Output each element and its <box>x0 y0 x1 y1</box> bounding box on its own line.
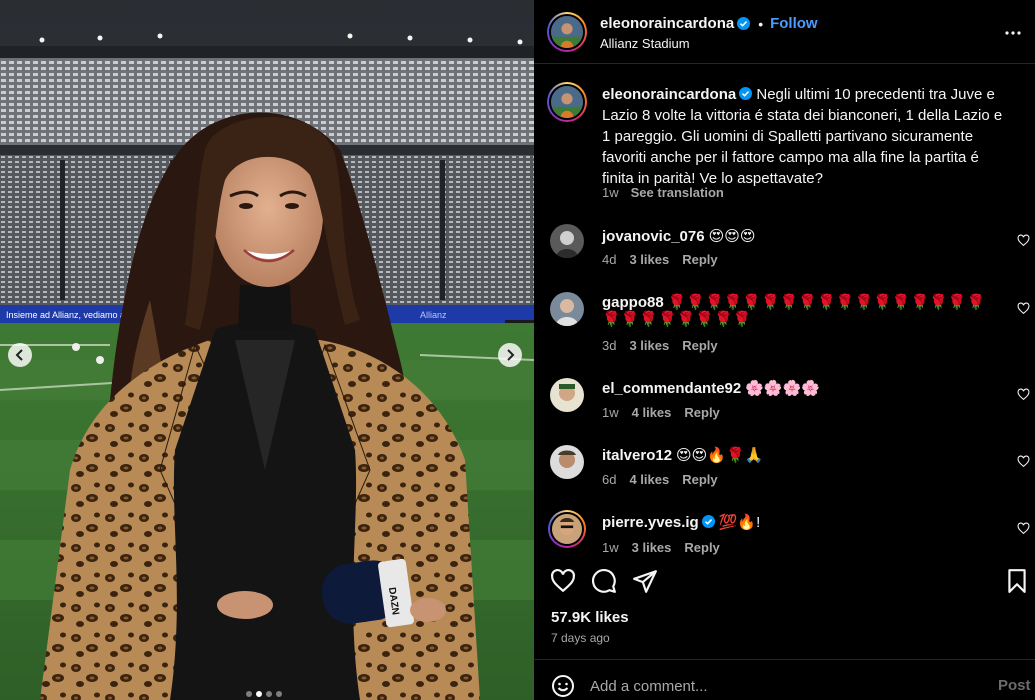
comment-time: 4d <box>602 252 617 267</box>
heart-icon[interactable] <box>1017 388 1030 401</box>
carousel-dot <box>266 691 272 697</box>
carousel-indicator <box>246 691 282 697</box>
carousel-dot <box>276 691 282 697</box>
chevron-left-icon <box>15 349 23 361</box>
comment-username[interactable]: jovanovic_076 <box>602 228 705 245</box>
comment-time: 6d <box>602 472 617 487</box>
comment-composer: Post <box>534 659 1035 700</box>
verified-badge-icon <box>739 87 753 100</box>
verified-badge-icon <box>737 17 751 30</box>
comment-likes[interactable]: 4 likes <box>632 405 672 420</box>
commenter-avatar-image <box>550 378 584 412</box>
carousel-dot <box>256 691 262 697</box>
post-comment-button[interactable]: Post <box>998 677 1031 694</box>
caption-text-block: eleonoraincardona Negli ultimi 10 preced… <box>602 84 1014 189</box>
comment-time: 1w <box>602 405 619 420</box>
commenter-avatar-image <box>552 514 582 544</box>
heart-icon[interactable] <box>550 568 576 594</box>
heart-icon[interactable] <box>1017 302 1030 315</box>
heart-icon[interactable] <box>1017 234 1030 247</box>
commenter-avatar[interactable] <box>550 292 584 326</box>
caption-time: 1w <box>602 185 619 200</box>
comment-likes[interactable]: 3 likes <box>629 252 669 267</box>
chevron-right-icon <box>507 349 515 361</box>
comment-text: 💯🔥! <box>718 514 761 531</box>
comment-input[interactable] <box>590 674 970 698</box>
commenter-avatar-image <box>550 224 584 258</box>
action-bar <box>534 556 1035 606</box>
comment-time: 3d <box>602 338 617 353</box>
post-time-ago: 7 days ago <box>551 631 610 645</box>
post-media[interactable]: Insieme ad Allianz, vediamo a casa con n… <box>0 0 534 700</box>
follow-button[interactable]: Follow <box>770 15 818 32</box>
comment-likes[interactable]: 3 likes <box>629 338 669 353</box>
post-photo: Insieme ad Allianz, vediamo a casa con n… <box>0 0 534 700</box>
comment-time: 1w <box>602 540 619 555</box>
reply-button[interactable]: Reply <box>684 540 719 555</box>
carousel-dot <box>246 691 252 697</box>
heart-icon[interactable] <box>1017 522 1030 535</box>
see-translation-button[interactable]: See translation <box>631 185 724 200</box>
svg-text:Allianz: Allianz <box>420 310 447 320</box>
carousel-prev-button[interactable] <box>8 343 32 367</box>
post-location[interactable]: Allianz Stadium <box>600 36 690 51</box>
comment-username[interactable]: pierre.yves.ig <box>602 514 699 531</box>
commenter-avatar[interactable] <box>550 378 584 412</box>
reply-button[interactable]: Reply <box>682 252 717 267</box>
commenter-avatar[interactable] <box>550 445 584 479</box>
reply-button[interactable]: Reply <box>682 472 717 487</box>
more-options-icon[interactable] <box>1004 24 1022 42</box>
comment-text: 🌸🌸🌸🌸 <box>745 380 820 397</box>
commenter-avatar-image <box>550 292 584 326</box>
comment-username[interactable]: italvero12 <box>602 447 672 464</box>
likes-count[interactable]: 57.9K likes <box>551 609 629 626</box>
comment-text: 😍😍😍 <box>708 228 756 245</box>
reply-button[interactable]: Reply <box>684 405 719 420</box>
comment-username[interactable]: el_commendante92 <box>602 380 741 397</box>
caption-username[interactable]: eleonoraincardona <box>602 86 736 103</box>
author-avatar-image <box>551 16 583 48</box>
emoji-icon[interactable] <box>551 674 575 698</box>
header-separator: • <box>758 15 764 32</box>
heart-icon[interactable] <box>1017 455 1030 468</box>
comment-likes[interactable]: 4 likes <box>629 472 669 487</box>
comment-likes[interactable]: 3 likes <box>632 540 672 555</box>
post-details-panel: eleonoraincardona • Follow Allianz Stadi… <box>534 0 1035 700</box>
post-header: eleonoraincardona • Follow Allianz Stadi… <box>534 0 1035 64</box>
commenter-avatar[interactable] <box>548 510 586 548</box>
comment-text: 😍😍🔥🌹🙏 <box>676 447 764 464</box>
author-avatar[interactable] <box>547 12 587 52</box>
bookmark-icon[interactable] <box>1004 568 1030 594</box>
author-username[interactable]: eleonoraincardona <box>600 15 734 32</box>
comment-username[interactable]: gappo88 <box>602 294 664 311</box>
commenter-avatar-image <box>550 445 584 479</box>
carousel-next-button[interactable] <box>498 343 522 367</box>
caption-author-avatar[interactable] <box>547 82 587 122</box>
commenter-avatar[interactable] <box>550 224 584 258</box>
comment-icon[interactable] <box>591 568 617 594</box>
reply-button[interactable]: Reply <box>682 338 717 353</box>
share-icon[interactable] <box>632 568 658 594</box>
caption-avatar-image <box>551 86 583 118</box>
verified-badge-icon <box>701 515 715 528</box>
